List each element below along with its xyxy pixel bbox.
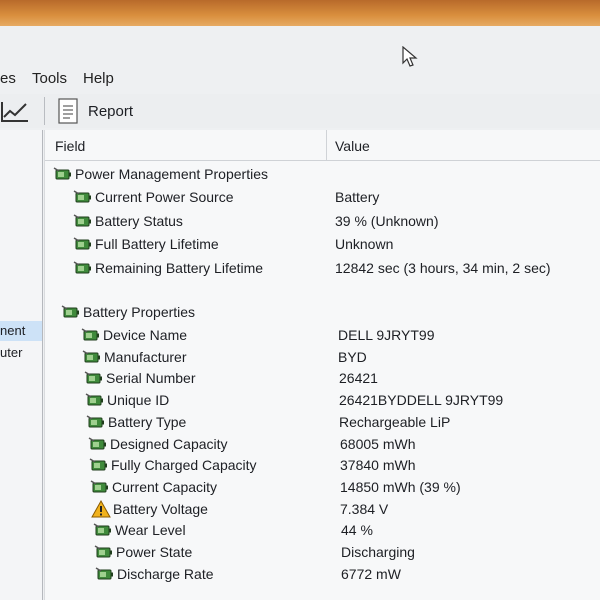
field-value: 7.384 V (340, 500, 389, 517)
battery-icon (73, 213, 91, 226)
section-title: Battery Properties (83, 304, 196, 320)
battery-icon (85, 393, 103, 406)
toolbar-separator (44, 97, 45, 125)
battery-icon (93, 523, 111, 536)
section-power-management[interactable]: Power Management Properties (53, 164, 600, 184)
tree-item-selected[interactable]: nent (0, 321, 42, 341)
details-list: Field Value Power Management Properties C… (44, 130, 600, 600)
field-value: DELL 9JRYT99 (338, 327, 435, 343)
tree-item-computer[interactable]: uter (0, 343, 22, 363)
graph-icon[interactable] (0, 98, 30, 124)
table-row[interactable]: Current Capacity 14850 mWh (39 %) (90, 477, 600, 497)
report-button[interactable]: Report (58, 96, 133, 126)
mouse-cursor-icon (402, 46, 418, 67)
field-label: Full Battery Lifetime (95, 236, 219, 252)
report-label: Report (88, 102, 134, 120)
table-row[interactable]: Battery Status 39 % (Unknown) (73, 211, 600, 231)
field-label: Designed Capacity (110, 435, 228, 452)
menu-item-tools[interactable]: Tools (32, 70, 67, 87)
table-row[interactable]: Fully Charged Capacity 37840 mWh (89, 455, 600, 475)
battery-icon (86, 415, 104, 428)
field-value: 44 % (341, 522, 373, 539)
battery-icon (89, 458, 107, 471)
field-value: Rechargeable LiP (339, 413, 451, 430)
column-divider[interactable] (326, 130, 327, 160)
battery-icon (88, 436, 106, 449)
battery-icon (95, 567, 113, 580)
battery-icon (84, 371, 102, 384)
table-row[interactable]: Unique ID 26421BYDDELL 9JRYT99 (85, 390, 600, 410)
field-value: Battery (335, 189, 380, 205)
battery-icon (73, 190, 91, 203)
battery-icon (94, 545, 112, 558)
field-value: 26421 (339, 370, 378, 387)
section-title: Power Management Properties (75, 166, 268, 182)
field-label: Manufacturer (104, 348, 187, 365)
app-window: es Tools Help Report nent uter Field Val… (0, 26, 600, 600)
field-value: 39 % (Unknown) (335, 212, 439, 229)
field-value: 14850 mWh (39 %) (340, 478, 461, 495)
table-row[interactable]: Current Power Source Battery (73, 187, 600, 207)
table-row[interactable]: Power State Discharging (94, 542, 600, 562)
table-row[interactable]: Manufacturer BYD (82, 347, 600, 367)
list-header: Field Value (45, 130, 600, 161)
table-row[interactable]: Battery Voltage 7.384 V (91, 499, 600, 519)
battery-icon (73, 260, 91, 273)
battery-icon (61, 305, 79, 318)
battery-icon (82, 350, 100, 363)
navigation-tree: nent uter (0, 130, 43, 600)
battery-icon (53, 167, 71, 180)
field-value: Unknown (335, 236, 394, 252)
field-label: Battery Type (108, 413, 187, 430)
field-label: Unique ID (107, 392, 170, 409)
field-value: Discharging (341, 544, 415, 560)
field-label: Fully Charged Capacity (111, 457, 257, 474)
field-label: Remaining Battery Lifetime (95, 259, 264, 276)
table-row[interactable]: Wear Level 44 % (93, 520, 600, 540)
menu-bar: es Tools Help (0, 66, 600, 92)
column-header-value[interactable]: Value (335, 138, 370, 154)
column-header-field[interactable]: Field (55, 138, 85, 154)
toolbar: Report (0, 94, 600, 128)
battery-icon (90, 480, 108, 493)
field-value: 12842 sec (3 hours, 34 min, 2 sec) (335, 259, 551, 276)
table-row[interactable]: Full Battery Lifetime Unknown (73, 234, 600, 254)
field-label: Battery Voltage (113, 500, 208, 517)
title-bar (0, 26, 600, 62)
field-label: Serial Number (106, 370, 196, 387)
battery-icon (73, 237, 91, 250)
field-value: BYD (338, 348, 367, 365)
field-label: Device Name (103, 327, 188, 343)
warning-icon (91, 499, 111, 518)
field-label: Wear Level (115, 522, 186, 539)
menu-item-partial[interactable]: es (0, 70, 16, 87)
table-row[interactable]: Discharge Rate 6772 mW (95, 564, 600, 584)
field-value: 68005 mWh (340, 435, 416, 452)
table-row[interactable]: Serial Number 26421 (84, 368, 600, 388)
desktop-background-strip (0, 0, 600, 28)
menu-item-help[interactable]: Help (83, 70, 114, 87)
field-value: 37840 mWh (340, 457, 416, 474)
table-row[interactable]: Device Name DELL 9JRYT99 (81, 325, 600, 345)
field-label: Battery Status (95, 212, 183, 229)
field-value: 26421BYDDELL 9JRYT99 (339, 392, 504, 409)
field-label: Current Capacity (112, 478, 218, 495)
battery-icon (81, 328, 99, 341)
table-row[interactable]: Battery Type Rechargeable LiP (86, 412, 600, 432)
field-value: 6772 mW (341, 565, 401, 582)
field-label: Current Power Source (95, 189, 234, 205)
table-row[interactable]: Remaining Battery Lifetime 12842 sec (3 h… (73, 258, 600, 278)
report-icon (58, 98, 78, 124)
field-label: Power State (116, 544, 193, 560)
field-label: Discharge Rate (117, 565, 214, 582)
section-battery-properties[interactable]: Battery Properties (61, 302, 600, 322)
table-row[interactable]: Designed Capacity 68005 mWh (88, 434, 600, 454)
